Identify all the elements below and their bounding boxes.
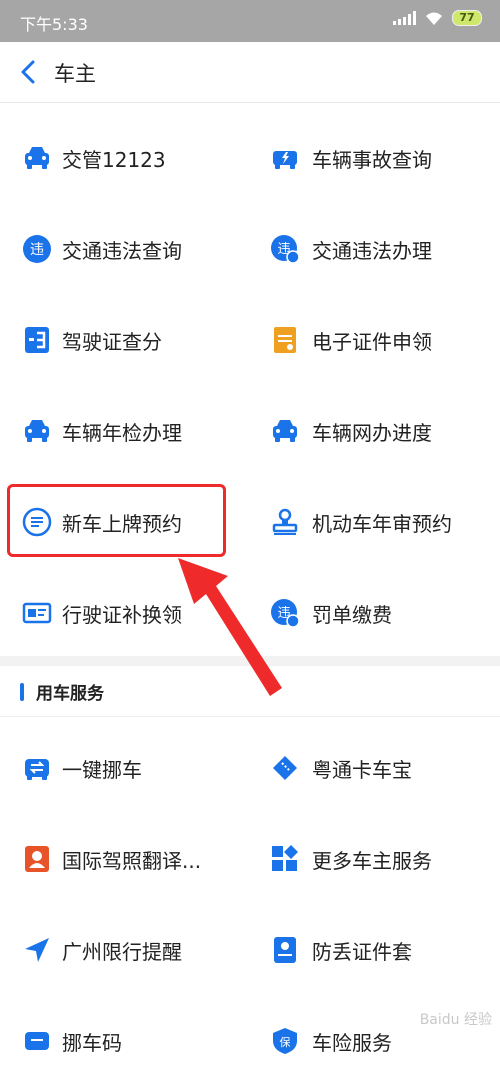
service-label: 一键挪车 bbox=[62, 758, 142, 782]
service-label: 挪车码 bbox=[62, 1031, 122, 1055]
service-item-annual-review[interactable]: 机动车年审预约 bbox=[250, 492, 500, 552]
status-time: 下午5:33 bbox=[20, 15, 88, 34]
car-icon bbox=[25, 420, 49, 442]
service-label: 罚单缴费 bbox=[312, 603, 392, 627]
license-points-icon bbox=[25, 327, 49, 353]
service-item-violation-query[interactable]: 违 交通违法查询 bbox=[0, 219, 250, 279]
move-car-icon bbox=[25, 759, 49, 780]
service-label: 车辆网办进度 bbox=[312, 421, 432, 445]
service-item-accident-query[interactable]: 车辆事故查询 bbox=[250, 128, 500, 188]
insurance-icon: 保 bbox=[273, 1028, 297, 1054]
service-item-traffic-restriction[interactable]: 广州限行提醒 bbox=[0, 920, 250, 980]
service-label: 交管12123 bbox=[62, 148, 166, 172]
service-item-e-certificate[interactable]: 电子证件申领 bbox=[250, 310, 500, 370]
page-title: 车主 bbox=[54, 62, 96, 86]
svg-text:违: 违 bbox=[30, 242, 44, 258]
violation-icon: 违 bbox=[23, 235, 51, 263]
back-arrow-icon[interactable] bbox=[16, 59, 42, 85]
navigation-arrow-icon bbox=[25, 938, 49, 962]
service-label: 更多车主服务 bbox=[312, 849, 432, 873]
service-item-annual-inspection[interactable]: 车辆年检办理 bbox=[0, 401, 250, 461]
signal-icon bbox=[393, 11, 416, 25]
service-item-intl-license[interactable]: 国际驾照翻译... bbox=[0, 829, 250, 889]
svg-text:保: 保 bbox=[280, 1035, 291, 1049]
service-label: 车辆年检办理 bbox=[62, 421, 182, 445]
service-label: 国际驾照翻译... bbox=[62, 849, 202, 873]
car-code-icon bbox=[25, 1032, 49, 1050]
annotation-arrow-icon bbox=[178, 558, 282, 696]
service-label: 驾驶证查分 bbox=[62, 330, 162, 354]
person-card-icon bbox=[25, 846, 49, 872]
ticket-icon bbox=[273, 756, 297, 780]
car-accident-icon bbox=[273, 151, 297, 169]
card-holder-icon bbox=[274, 937, 296, 963]
service-item-car-code[interactable]: 挪车码 bbox=[0, 1011, 250, 1071]
section-accent-bar bbox=[20, 683, 24, 701]
service-label: 电子证件申领 bbox=[312, 330, 432, 354]
status-icons: 77 bbox=[393, 10, 482, 26]
status-bar: 下午5:33 77 bbox=[0, 0, 500, 42]
highlight-annotation bbox=[7, 484, 226, 557]
service-label: 行驶证补换领 bbox=[62, 603, 182, 627]
id-card-icon bbox=[22, 602, 52, 624]
service-label: 广州限行提醒 bbox=[62, 940, 182, 964]
car-icon bbox=[273, 420, 297, 442]
grid-plus-icon bbox=[272, 845, 298, 871]
wifi-icon bbox=[426, 12, 442, 25]
service-label: 粤通卡车宝 bbox=[312, 758, 412, 782]
service-label: 防丢证件套 bbox=[312, 940, 412, 964]
service-item-license-points[interactable]: 驾驶证查分 bbox=[0, 310, 250, 370]
stamp-icon bbox=[272, 508, 298, 535]
service-item-yuetong-card[interactable]: 粤通卡车宝 bbox=[250, 738, 500, 798]
section-title: 用车服务 bbox=[36, 684, 104, 704]
violation-handle-icon: 违 bbox=[271, 235, 300, 264]
e-certificate-icon bbox=[274, 327, 296, 353]
watermark: Baidu 经验 bbox=[419, 1012, 492, 1028]
battery-icon: 77 bbox=[452, 10, 482, 26]
car-icon bbox=[25, 147, 49, 169]
service-item-traffic-12123[interactable]: 交管12123 bbox=[0, 128, 250, 188]
service-item-online-progress[interactable]: 车辆网办进度 bbox=[250, 401, 500, 461]
service-item-more-owner-services[interactable]: 更多车主服务 bbox=[250, 829, 500, 889]
service-label: 交通违法办理 bbox=[312, 239, 432, 263]
service-label: 机动车年审预约 bbox=[312, 512, 452, 536]
nav-bar: 车主 bbox=[0, 42, 500, 103]
service-item-violation-handle[interactable]: 违 交通违法办理 bbox=[250, 219, 500, 279]
service-label: 交通违法查询 bbox=[62, 239, 182, 263]
service-item-move-car[interactable]: 一键挪车 bbox=[0, 738, 250, 798]
service-label: 车险服务 bbox=[312, 1031, 392, 1055]
service-label: 车辆事故查询 bbox=[312, 148, 432, 172]
service-item-anti-lost-holder[interactable]: 防丢证件套 bbox=[250, 920, 500, 980]
